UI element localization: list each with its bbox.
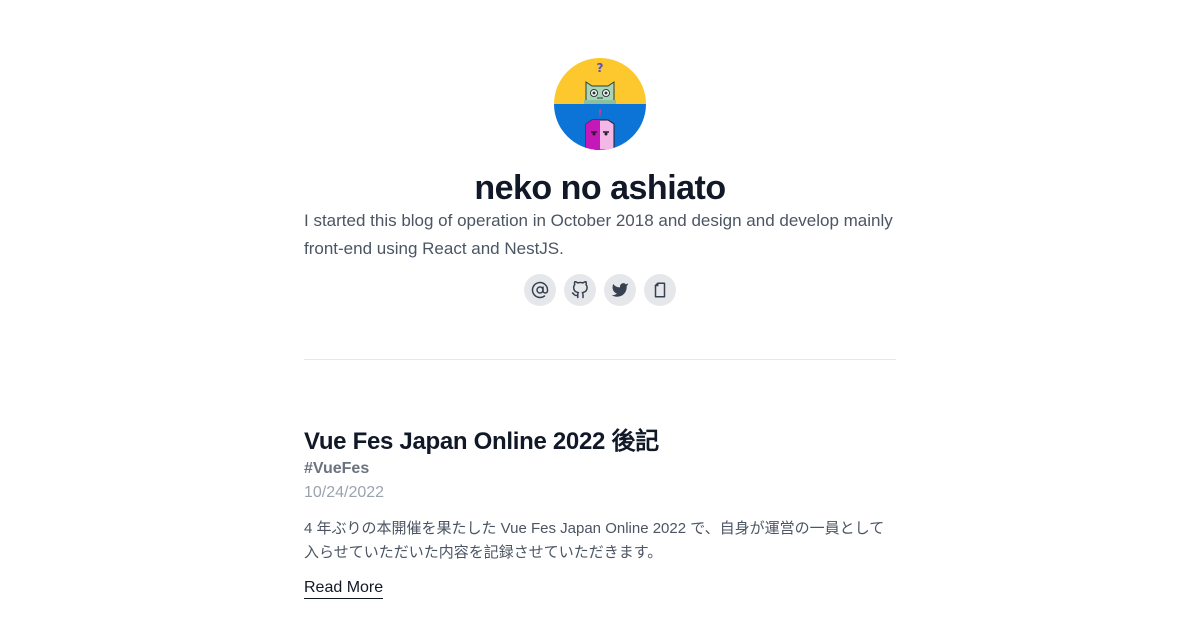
blog-description: I started this blog of operation in Octo… xyxy=(304,211,893,258)
email-link[interactable] xyxy=(524,274,556,306)
twitter-link[interactable] xyxy=(604,274,636,306)
post-tag[interactable]: #VueFes xyxy=(304,459,369,479)
document-icon xyxy=(654,282,666,298)
svg-text:!: ! xyxy=(598,108,603,119)
document-link[interactable] xyxy=(644,274,676,306)
post-date: 10/24/2022 xyxy=(304,484,385,501)
read-more-link[interactable]: Read More xyxy=(304,578,384,599)
avatar: ? ! xyxy=(554,58,646,150)
blog-title: neko no ashiato xyxy=(474,169,726,207)
email-icon xyxy=(531,281,549,299)
social-links xyxy=(524,274,676,306)
svg-text:?: ? xyxy=(597,61,604,75)
twitter-icon xyxy=(611,283,629,297)
post-title[interactable]: Vue Fes Japan Online 2022 後記 xyxy=(304,426,659,458)
post-excerpt: 4 年ぶりの本開催を果たした Vue Fes Japan Online 2022… xyxy=(304,520,885,561)
divider xyxy=(304,359,896,360)
github-link[interactable] xyxy=(564,274,596,306)
github-icon xyxy=(571,281,588,299)
cat-avatar-icon: ? ! xyxy=(554,58,646,150)
